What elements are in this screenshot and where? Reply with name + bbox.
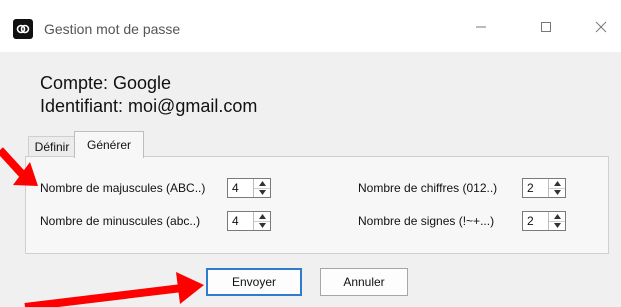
stepper-down-button[interactable] (549, 221, 565, 230)
title-bar: Gestion mot de passe (0, 0, 621, 52)
minuscules-stepper[interactable]: 4 (227, 211, 271, 231)
minuscules-value[interactable]: 4 (232, 214, 239, 228)
generate-panel (25, 156, 609, 254)
app-icon (13, 19, 33, 39)
triangle-up-icon (553, 214, 561, 219)
minimize-icon (476, 26, 486, 28)
close-button[interactable] (586, 14, 616, 40)
dialog-window: Gestion mot de passe Compte: Google Iden… (0, 0, 621, 307)
chiffres-label: Nombre de chiffres (012..) (358, 181, 498, 195)
triangle-down-icon (553, 190, 561, 195)
account-name: Compte: Google (40, 73, 172, 93)
account-identifier: Identifiant: moi@gmail.com (40, 96, 258, 116)
triangle-up-icon (258, 181, 266, 186)
triangle-up-icon (553, 181, 561, 186)
signes-stepper[interactable]: 2 (522, 211, 566, 231)
triangle-down-icon (258, 223, 266, 228)
close-icon (595, 21, 607, 33)
triangle-up-icon (258, 214, 266, 219)
triangle-down-icon (258, 190, 266, 195)
triangle-down-icon (553, 223, 561, 228)
chiffres-stepper[interactable]: 2 (522, 178, 566, 198)
stepper-buttons (548, 212, 565, 230)
stepper-buttons (253, 179, 270, 197)
majuscules-label: Nombre de majuscules (ABC..) (40, 181, 206, 195)
majuscules-value[interactable]: 4 (232, 181, 239, 195)
send-button[interactable]: Envoyer (206, 268, 302, 296)
tab-generer[interactable]: Générer (74, 131, 144, 158)
minuscules-label: Nombre de minuscules (abc..) (40, 214, 201, 228)
stepper-down-button[interactable] (254, 188, 270, 197)
chiffres-value[interactable]: 2 (527, 181, 534, 195)
maximize-button[interactable] (531, 14, 561, 40)
minimize-button[interactable] (466, 14, 496, 40)
cancel-button[interactable]: Annuler (320, 268, 408, 296)
stepper-down-button[interactable] (254, 221, 270, 230)
stepper-buttons (548, 179, 565, 197)
stepper-buttons (253, 212, 270, 230)
maximize-icon (541, 22, 551, 32)
signes-value[interactable]: 2 (527, 214, 534, 228)
window-title: Gestion mot de passe (44, 21, 181, 37)
stepper-down-button[interactable] (549, 188, 565, 197)
majuscules-stepper[interactable]: 4 (227, 178, 271, 198)
signes-label: Nombre de signes (!~+...) (358, 214, 495, 228)
tab-definir[interactable]: Définir (28, 136, 76, 157)
